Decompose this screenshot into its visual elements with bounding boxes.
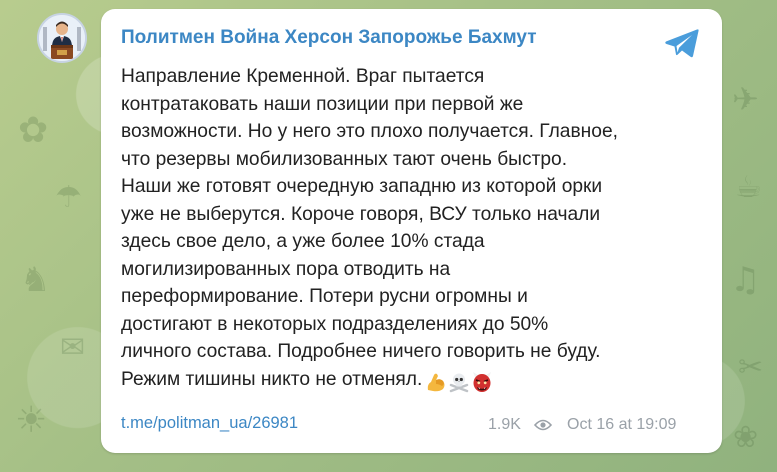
message-timestamp: Oct 16 at 19:09 bbox=[567, 416, 677, 433]
message-bubble: Политмен Война Херсон Запорожье Бахмут Н… bbox=[101, 9, 722, 453]
message-line: могилизированных пора отводить на bbox=[121, 258, 451, 280]
message-line: Наши же готовят очередную западню из кот… bbox=[121, 176, 603, 197]
message-line: Направление Кременной. Враг пытается bbox=[121, 66, 485, 87]
doodle-decoration: ♫ bbox=[730, 260, 761, 300]
doodle-decoration: ❀ bbox=[733, 420, 759, 455]
message-line: личного состава. Подробнее ничего говори… bbox=[121, 341, 601, 362]
flexed-biceps-icon bbox=[425, 371, 447, 393]
politician-at-podium-avatar-icon bbox=[39, 15, 85, 61]
doodle-decoration: ☕ bbox=[735, 170, 762, 205]
view-count: 1.9K bbox=[488, 416, 521, 433]
eye-icon bbox=[533, 418, 553, 432]
doodle-decoration: ✂ bbox=[738, 350, 764, 385]
doodle-decoration: ✈ bbox=[732, 80, 759, 118]
doodle-decoration: ♞ bbox=[20, 260, 51, 300]
message-line: Режим тишины никто не отменял. bbox=[121, 368, 423, 390]
message-line: достигают в некоторых подразделениях до … bbox=[121, 313, 549, 335]
skull-and-crossbones-icon bbox=[448, 371, 470, 393]
message-line: здесь свое дело, а уже более 10% стада bbox=[121, 231, 485, 252]
emoji-row bbox=[425, 369, 494, 397]
message-text: Направление Кременной. Враг пытается кон… bbox=[121, 63, 711, 396]
message-line: уже не выберутся. Короче говоря, ВСУ тол… bbox=[121, 203, 601, 225]
doodle-decoration: ✿ bbox=[18, 110, 49, 151]
telegram-share-icon[interactable] bbox=[664, 27, 700, 59]
channel-title[interactable]: Политмен Война Херсон Запорожье Бахмут bbox=[121, 27, 537, 49]
post-link[interactable]: t.me/politman_ua/26981 bbox=[121, 414, 298, 433]
doodle-decoration: ☀ bbox=[15, 400, 48, 441]
message-line: возможности. Но у него это плохо получае… bbox=[121, 121, 618, 142]
message-line: переформирование. Потери русни огромны и bbox=[121, 286, 528, 307]
doodle-decoration: ✉ bbox=[60, 330, 86, 365]
message-line: что резервы мобилизованных тают очень бы… bbox=[121, 148, 568, 170]
doodle-decoration: ☂ bbox=[55, 180, 82, 215]
channel-avatar[interactable] bbox=[37, 13, 87, 63]
ogre-mask-icon bbox=[471, 371, 493, 393]
message-line: контратаковать наши позиции при первой ж… bbox=[121, 93, 524, 115]
